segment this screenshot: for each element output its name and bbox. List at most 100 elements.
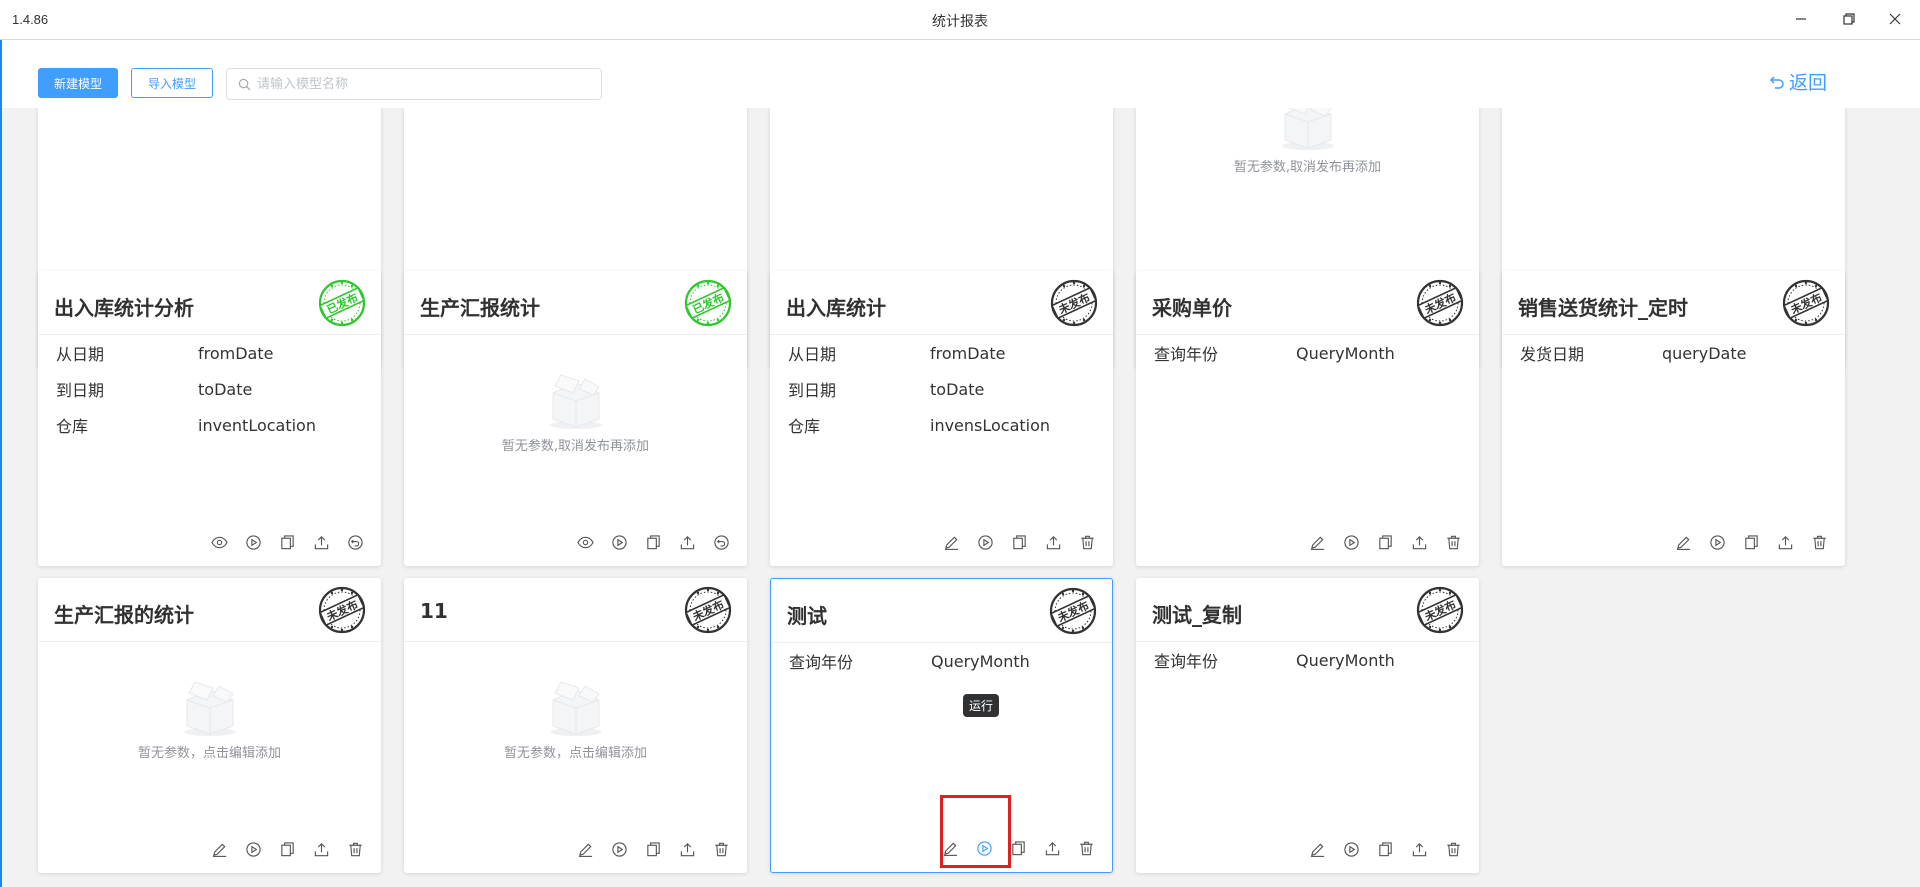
copy-button[interactable]	[277, 532, 297, 552]
param-row: 仓库 invensLocation	[770, 407, 1113, 443]
card-header: 出入库统计分析 已发布	[38, 271, 381, 335]
param-list: 查询年份 QueryMonth	[771, 643, 1112, 679]
edit-button[interactable]	[1307, 532, 1327, 552]
upload-button[interactable]	[1409, 532, 1429, 552]
empty-params: 暂无参数,取消发布再添加	[404, 367, 747, 454]
upload-button[interactable]	[1042, 838, 1062, 858]
play-button[interactable]	[243, 532, 263, 552]
play-button[interactable]	[1341, 532, 1361, 552]
upload-button[interactable]	[1775, 532, 1795, 552]
new-model-button[interactable]: 新建模型	[38, 68, 118, 98]
import-model-button[interactable]: 导入模型	[131, 68, 213, 98]
card-title: 生产汇报统计	[420, 296, 540, 320]
play-button[interactable]	[975, 532, 995, 552]
delete-button[interactable]	[711, 839, 731, 859]
param-value: invensLocation	[930, 415, 1051, 435]
model-card[interactable]: 采购单价 未发布查询年份 QueryMonth	[1136, 271, 1479, 566]
copy-button[interactable]	[643, 839, 663, 859]
unpublished-stamp-icon: 未发布	[684, 586, 732, 634]
param-label: 到日期	[56, 381, 105, 400]
card-header: 生产汇报的统计 未发布	[38, 578, 381, 642]
run-tooltip: 运行	[963, 694, 1000, 717]
eye-icon	[576, 536, 594, 548]
play-button[interactable]	[609, 839, 629, 859]
play-button[interactable]	[243, 839, 263, 859]
edit-button[interactable]	[941, 532, 961, 552]
param-list: 发货日期 queryDate	[1502, 335, 1845, 371]
param-row: 发货日期 queryDate	[1502, 335, 1845, 371]
edit-button[interactable]	[209, 839, 229, 859]
stamp-label: 未发布	[1421, 597, 1458, 624]
delete-button[interactable]	[1076, 838, 1096, 858]
back-button[interactable]: 返回	[1769, 68, 1827, 95]
upload-button[interactable]	[311, 839, 331, 859]
card-header: 出入库统计 未发布	[770, 271, 1113, 335]
close-button[interactable]	[1872, 0, 1918, 38]
upload-button[interactable]	[677, 839, 697, 859]
copy-icon	[646, 534, 660, 549]
published-stamp-icon: 已发布	[318, 279, 366, 327]
param-value: toDate	[930, 379, 985, 399]
play-button[interactable]	[609, 532, 629, 552]
stamp-label: 未发布	[1787, 290, 1824, 317]
copy-button[interactable]	[277, 839, 297, 859]
minimize-button[interactable]	[1778, 0, 1824, 38]
restore-button[interactable]	[1826, 0, 1872, 38]
copy-button[interactable]	[1375, 839, 1395, 859]
play-icon	[611, 841, 627, 857]
model-card[interactable]: 生产汇报统计 已发布 暂无参数,取消发布再添加	[404, 271, 747, 566]
card-actions	[1307, 532, 1463, 552]
copy-button[interactable]	[643, 532, 663, 552]
model-card[interactable]: 出入库统计 未发布 从日期 fromDate 到日期 toDate 仓库 invensLoca…	[770, 271, 1113, 566]
copy-button[interactable]	[1375, 532, 1395, 552]
close-icon	[1889, 13, 1901, 25]
param-label: 查询年份	[789, 653, 854, 672]
card-header: 测试 未发布	[771, 579, 1112, 643]
card-actions	[209, 839, 365, 859]
eye-button[interactable]	[209, 532, 229, 552]
card-title: 出入库统计	[786, 296, 886, 320]
upload-button[interactable]	[677, 532, 697, 552]
model-card[interactable]: 测试_复制 未发布 查询年份 QueryMonth	[1136, 578, 1479, 873]
play-icon	[1709, 534, 1725, 550]
play-icon	[977, 534, 993, 550]
model-card[interactable]: 出入库统计分析 已发布 从日期 fromDate 到日期 toDate 仓库 inventLo…	[38, 271, 381, 566]
model-card[interactable]: 11 未发布 暂无参数，点击编辑添加	[404, 578, 747, 873]
param-label: 仓库	[56, 417, 89, 436]
delete-button[interactable]	[1443, 839, 1463, 859]
upload-button[interactable]	[311, 532, 331, 552]
param-label: 到日期	[788, 381, 837, 400]
window-title: 统计报表	[932, 13, 988, 29]
delete-button[interactable]	[1077, 532, 1097, 552]
upload-icon	[314, 535, 328, 549]
delete-button[interactable]	[345, 839, 365, 859]
param-value: QueryMonth	[1296, 343, 1395, 363]
copy-button[interactable]	[1009, 532, 1029, 552]
empty-params-text: 暂无参数，点击编辑添加	[137, 746, 281, 761]
edit-button[interactable]	[1673, 532, 1693, 552]
copy-button[interactable]	[1008, 838, 1028, 858]
delete-button[interactable]	[1443, 532, 1463, 552]
model-card[interactable]: 生产汇报的统计 未发布暂无参数，点击编辑添加	[38, 578, 381, 873]
copy-button[interactable]	[1741, 532, 1761, 552]
eye-button[interactable]	[575, 532, 595, 552]
empty-params-text: 暂无参数,取消发布再添加	[501, 439, 650, 454]
upload-button[interactable]	[1043, 532, 1063, 552]
edit-icon	[1310, 536, 1324, 550]
param-label: 查询年份	[1154, 345, 1219, 364]
restore-icon	[1843, 13, 1855, 25]
upload-icon	[680, 842, 694, 856]
play-button[interactable]	[1341, 839, 1361, 859]
model-card[interactable]: 销售送货统计_定时 未发布 发货日期 queryDate	[1502, 271, 1845, 566]
upload-icon	[314, 842, 328, 856]
delete-button[interactable]	[1809, 532, 1829, 552]
edit-button[interactable]	[1307, 839, 1327, 859]
card-title: 生产汇报的统计	[54, 603, 194, 627]
card-header: 采购单价 未发布	[1136, 271, 1479, 335]
revoke-button[interactable]	[345, 532, 365, 552]
revoke-button[interactable]	[711, 532, 731, 552]
upload-button[interactable]	[1409, 839, 1429, 859]
search-input[interactable]	[257, 69, 597, 99]
edit-button[interactable]	[575, 839, 595, 859]
play-button[interactable]	[1707, 532, 1727, 552]
